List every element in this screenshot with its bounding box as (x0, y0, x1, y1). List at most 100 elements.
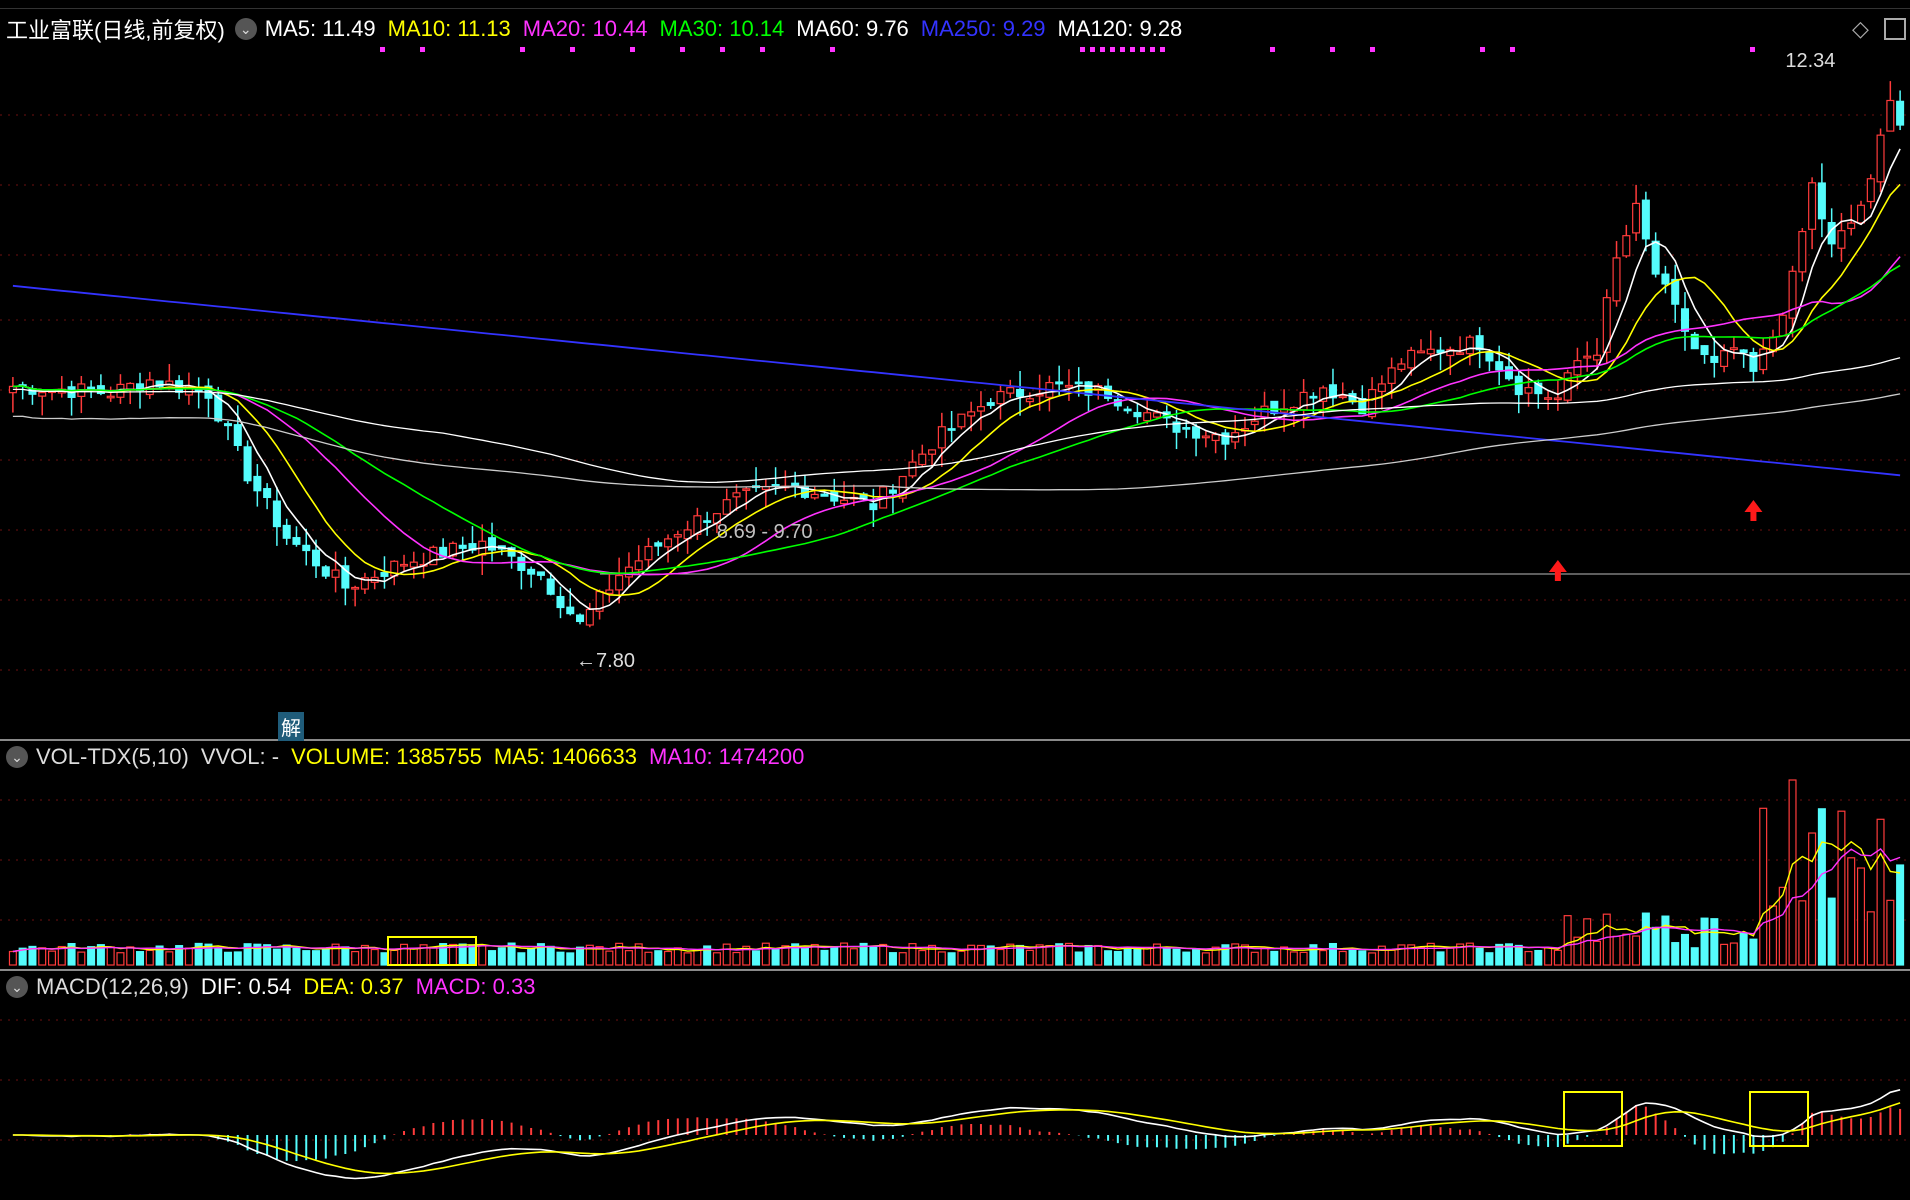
candle-body (302, 544, 311, 552)
event-badge[interactable]: 解 (278, 712, 304, 741)
candle-body (742, 488, 751, 491)
volume-bar (341, 946, 350, 966)
volume-bar (1123, 946, 1132, 966)
volume-bar (957, 950, 966, 966)
volume-bar (1700, 917, 1709, 966)
stock-name[interactable]: 工业富联(日线,前复权) (6, 13, 225, 45)
volume-bar (1113, 950, 1122, 966)
ma60-label: MA60: 9.76 (796, 16, 909, 41)
volume-bar (1446, 947, 1455, 966)
chevron-down-icon[interactable]: ⌄ (234, 18, 257, 40)
candle-body (1143, 412, 1152, 422)
volume-bar (8, 950, 17, 966)
volume-bar (849, 948, 858, 966)
volume-bar (214, 948, 223, 966)
volume-bar (644, 951, 653, 966)
candle-body (1475, 335, 1484, 351)
volume-bar (1485, 952, 1494, 966)
signal-dot (570, 47, 575, 52)
signal-dot (1100, 47, 1105, 52)
window-icon[interactable] (1884, 18, 1906, 40)
candle-body (1133, 411, 1142, 418)
volume-bar (654, 950, 663, 966)
candle-body (1064, 384, 1073, 388)
volume-bar (1348, 949, 1357, 966)
candle-body (722, 499, 731, 515)
volume-bar (722, 943, 731, 966)
candle-body (1553, 397, 1562, 401)
candle-body (1309, 395, 1318, 399)
candle-body (888, 489, 897, 494)
volume-bar (1270, 950, 1279, 966)
volume-bar (1553, 949, 1562, 966)
candle-body (1504, 366, 1513, 380)
volume-bar (292, 947, 301, 966)
candle-body (546, 578, 555, 595)
candle-body (664, 538, 673, 548)
volume-bar (1055, 943, 1064, 966)
volume-ma10-line (12, 847, 1901, 953)
candle-body (673, 534, 682, 538)
candle-body (937, 426, 946, 449)
signal-dot (1090, 47, 1095, 52)
signal-dot (1750, 47, 1755, 52)
candle-body (527, 568, 536, 575)
volume-bar (1025, 949, 1034, 966)
candle-body (1377, 383, 1386, 393)
signal-dot (1330, 47, 1335, 52)
signal-dot (1270, 47, 1275, 52)
candle-body (1123, 408, 1132, 412)
vol-title[interactable]: VOL-TDX(5,10) (36, 744, 189, 770)
volume-bar (517, 952, 526, 966)
candle-body (1211, 433, 1220, 442)
volume-bar (1710, 918, 1719, 966)
signal-dot (1110, 47, 1115, 52)
volume-bar (1436, 951, 1445, 966)
volume-bar (1602, 913, 1611, 966)
price-range-annotation: 8.69 - 9.70 (716, 520, 813, 543)
volume-panel-header: ⌄ VOL-TDX(5,10) VVOL: - VOLUME: 1385755 … (0, 742, 816, 772)
candle-body (654, 542, 663, 547)
volume-bar (664, 950, 673, 966)
candle-body (1837, 230, 1846, 249)
candle-body (556, 596, 565, 609)
panel-divider-macd (0, 969, 1910, 971)
volume-bar (556, 951, 565, 966)
candle-body (1426, 348, 1435, 355)
candle-body (488, 537, 497, 551)
candle-body (1182, 427, 1191, 430)
volume-bar (1563, 915, 1572, 966)
candle-body (869, 503, 878, 511)
volume-bar (869, 946, 878, 966)
volume-bar (1133, 947, 1142, 966)
chevron-down-icon[interactable]: ⌄ (6, 746, 28, 768)
volume-bar (1201, 952, 1210, 966)
volume-bar (233, 951, 242, 966)
candle-body (1632, 202, 1641, 234)
signal-dot (1480, 47, 1485, 52)
candle-body (380, 572, 389, 577)
volume-bar (272, 948, 281, 966)
volume-bar (1866, 911, 1875, 966)
chart-canvas (0, 47, 1910, 1180)
signal-dot (830, 47, 835, 52)
volume-bar (370, 948, 379, 966)
volume-bar (1260, 947, 1269, 966)
volume-bar (478, 944, 487, 966)
ma20-label: MA20: 10.44 (522, 16, 648, 41)
candle-body (351, 586, 360, 590)
buy-arrow-icon (1744, 500, 1763, 521)
volume-bar (1651, 926, 1660, 966)
buy-arrow-icon (1548, 560, 1567, 581)
signal-dot (720, 47, 725, 52)
volume-bar (1045, 945, 1054, 966)
volume-bar (1192, 948, 1201, 966)
diamond-icon[interactable]: ◇ (1852, 16, 1869, 42)
volume-bar (1876, 818, 1885, 966)
price-low-annotation: ←7.80 (576, 650, 635, 673)
volume-bar (771, 948, 780, 966)
candle-body (321, 566, 330, 577)
chevron-down-icon[interactable]: ⌄ (6, 976, 28, 998)
signal-dot (680, 47, 685, 52)
macd-title[interactable]: MACD(12,26,9) (36, 974, 189, 1000)
